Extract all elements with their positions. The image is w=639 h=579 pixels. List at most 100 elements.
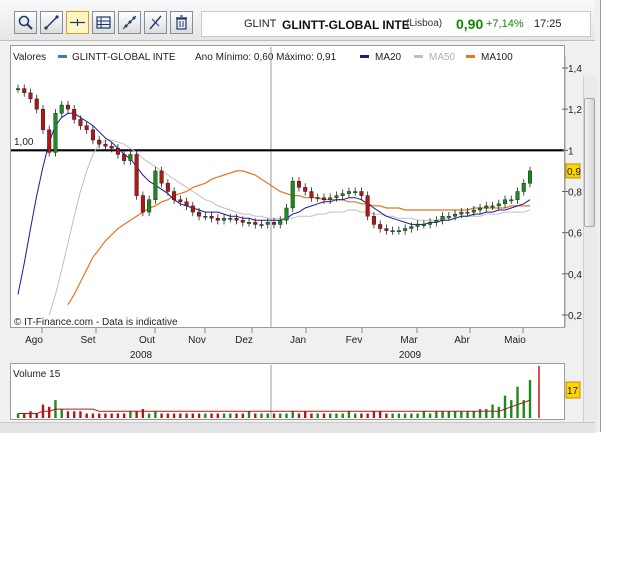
candle-body: [122, 154, 127, 161]
candle-body: [459, 211, 464, 215]
candle-body: [284, 207, 289, 221]
candle-body: [28, 92, 33, 100]
x-month-label: Maio: [504, 335, 526, 346]
candle-body: [378, 224, 383, 229]
candle-body: [471, 209, 476, 213]
legend-ma20-swatch: [360, 55, 369, 58]
candle-body: [40, 108, 45, 130]
candle-body: [453, 213, 458, 217]
candle-body: [140, 195, 145, 213]
volume-bar: [254, 413, 257, 418]
candle-body: [359, 191, 364, 196]
candle-body: [184, 201, 189, 207]
y-tick-label: 1,2: [568, 105, 582, 116]
candle-body: [528, 170, 533, 184]
volume-bar: [360, 413, 363, 418]
scrollbar-thumb[interactable]: [584, 98, 595, 227]
candle-body: [72, 108, 77, 120]
volume-bar: [197, 413, 201, 418]
candle-body: [134, 154, 139, 196]
candle-body: [16, 88, 21, 90]
volume-bar: [472, 411, 476, 418]
x-month-label: Abr: [454, 335, 470, 346]
volume-bar: [353, 413, 357, 418]
volume-bar: [104, 413, 107, 418]
candle-body: [97, 139, 102, 145]
volume-ma-line: [18, 399, 531, 414]
y-tick-label: 0,8: [568, 188, 582, 199]
candle-body: [47, 129, 52, 153]
candle-body: [203, 215, 208, 218]
candle-body: [290, 181, 295, 209]
volume-bar: [204, 413, 207, 418]
candle-body: [128, 154, 133, 161]
volume-bar: [453, 411, 457, 418]
candle-body: [272, 222, 277, 225]
candle-body: [296, 181, 301, 188]
hline-label: 1,00: [14, 137, 34, 148]
volume-bar: [72, 411, 76, 418]
x-month-label: Ago: [25, 335, 43, 346]
chart-legend: Valores GLINTT-GLOBAL INTE Ano Mínimo: 0…: [13, 52, 513, 63]
legend-series-name: GLINTT-GLOBAL INTE: [72, 52, 176, 63]
volume-bar: [185, 413, 188, 418]
y-tick-label: 0,2: [568, 311, 582, 322]
y-tick-label: 1: [568, 146, 574, 157]
volume-bar: [528, 380, 532, 418]
volume-bar: [316, 413, 319, 418]
volume-bar: [341, 413, 344, 418]
volume-bar: [66, 411, 70, 418]
volume-bar: [260, 413, 263, 418]
volume-bar: [460, 411, 463, 418]
candle-body: [115, 148, 120, 155]
candle-body: [178, 199, 183, 202]
candle-body: [197, 211, 202, 217]
candle-body: [440, 215, 445, 221]
volume-bar: [154, 411, 157, 418]
volume-bar: [110, 413, 113, 418]
volume-bar: [129, 411, 132, 418]
candle-body: [353, 191, 358, 193]
volume-bar: [222, 413, 226, 418]
volume-bar: [116, 413, 120, 418]
candle-body: [53, 113, 58, 153]
volume-bar: [60, 409, 63, 418]
volume-bar: [372, 411, 376, 418]
candle-body: [215, 218, 220, 221]
x-year-label: 2008: [130, 350, 153, 361]
candle-body: [90, 129, 95, 141]
candle-body: [496, 203, 501, 207]
candle-body: [490, 205, 495, 208]
candle-body: [253, 222, 258, 225]
volume-bar: [235, 413, 238, 418]
x-axis: Ago Set Out Nov Dez Jan Fev Mar Abr Maio 2008 2009: [25, 328, 526, 361]
volume-bar: [335, 413, 338, 418]
volume-bar: [97, 413, 101, 418]
x-year-label: 2009: [399, 350, 422, 361]
volume-bar: [229, 413, 232, 418]
volume-bar: [23, 413, 26, 418]
chart-application: GLINT GLINTT-GLOBAL INTE (Lisboa) 0,90 +…: [0, 0, 601, 433]
price-plot: [11, 47, 566, 418]
ma20-line: [17, 112, 531, 295]
candle-body: [278, 220, 283, 225]
volume-bar: [147, 413, 151, 418]
candle-body: [228, 218, 233, 220]
volume-bar: [310, 413, 313, 418]
volume-bar: [210, 413, 213, 418]
volume-bar: [191, 413, 195, 418]
volume-bar: [391, 413, 394, 418]
legend-ma50: MA50: [429, 52, 456, 63]
volume-bar: [285, 413, 288, 418]
candle-body: [240, 220, 245, 223]
volume-bar: [497, 406, 500, 418]
candle-body: [78, 119, 83, 126]
volume-bar: [410, 413, 413, 418]
candle-body: [403, 228, 408, 231]
volume-bar: [447, 411, 451, 418]
candle-body: [309, 191, 314, 198]
volume-bar: [516, 386, 519, 418]
volume-bar: [291, 411, 294, 418]
candle-body: [434, 220, 439, 223]
y-tick-label: 0,4: [568, 270, 582, 281]
